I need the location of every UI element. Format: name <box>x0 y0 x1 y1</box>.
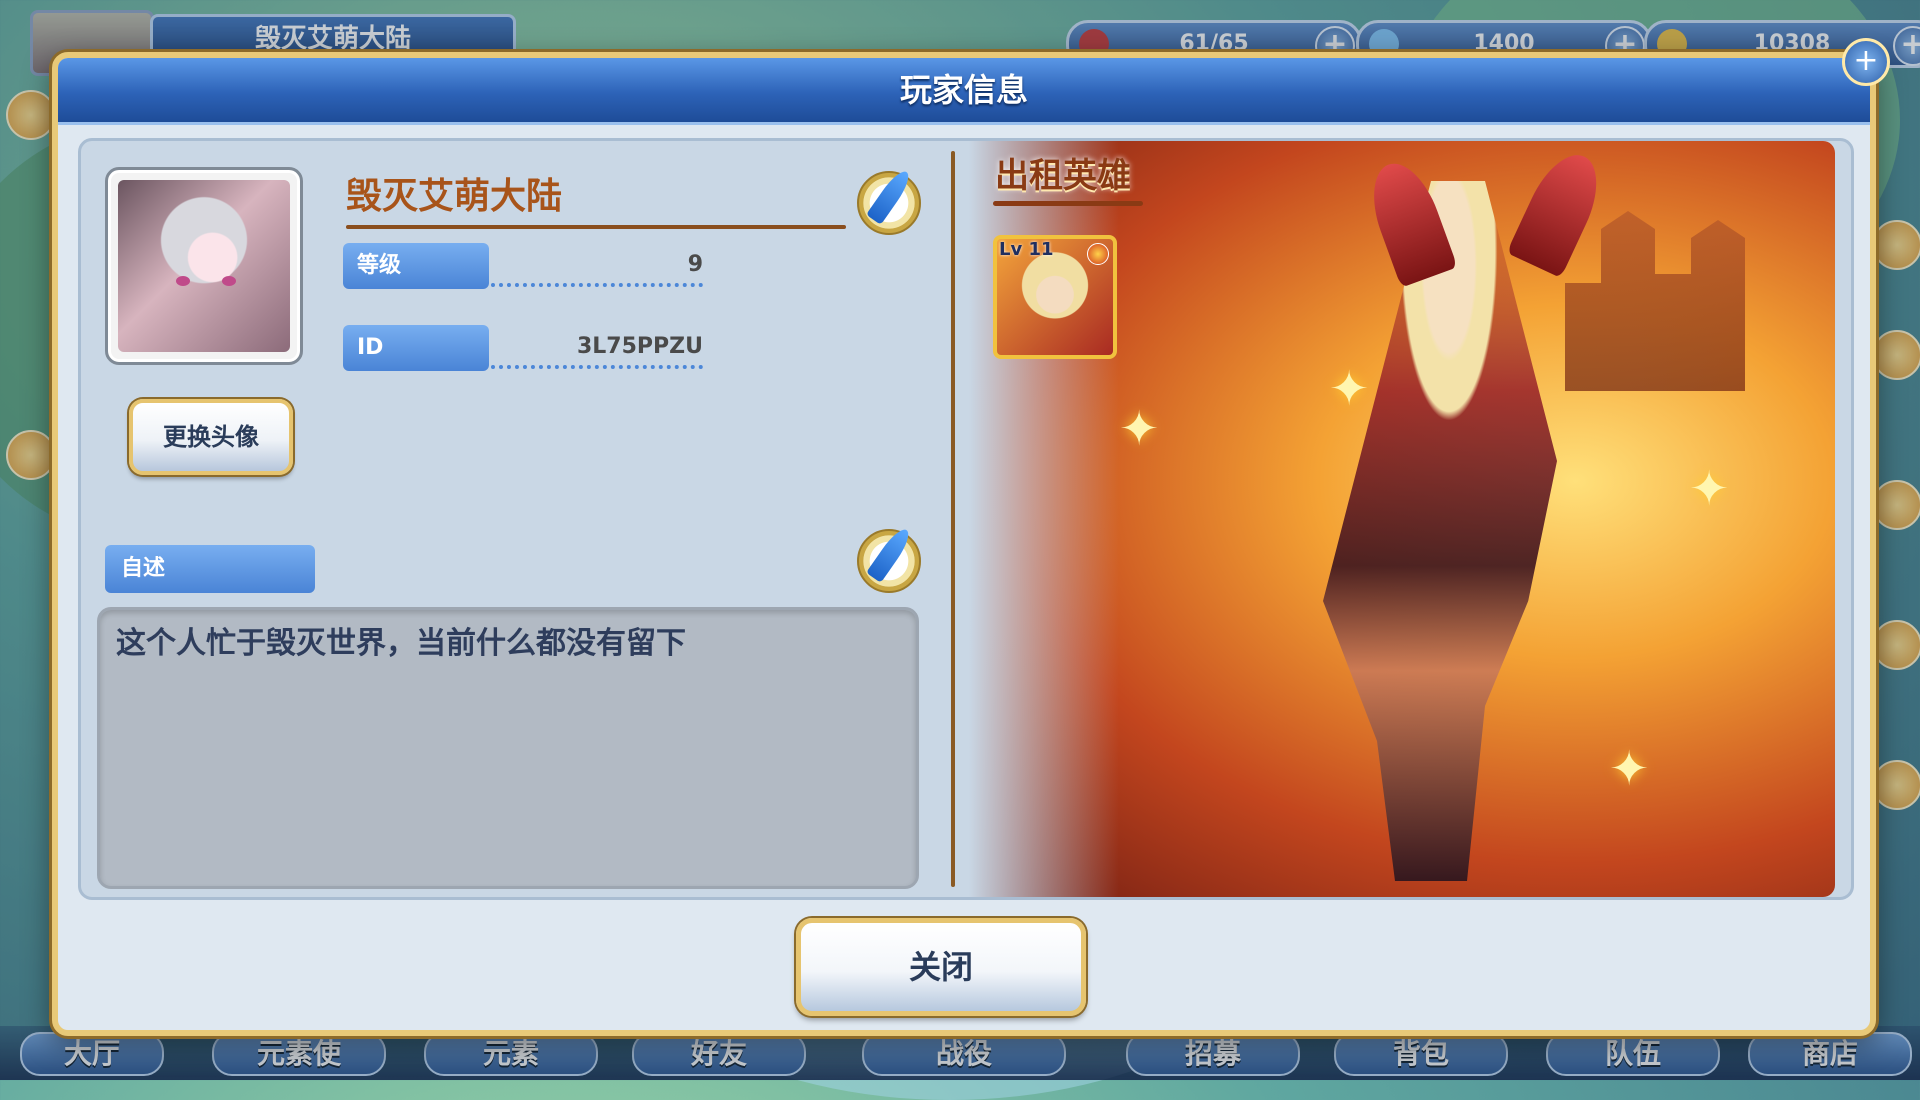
avatar-eye <box>222 276 236 286</box>
level-value: 9 <box>491 243 703 287</box>
rental-underline <box>993 201 1143 206</box>
close-icon[interactable]: + <box>1842 38 1890 86</box>
quill-icon <box>865 525 915 583</box>
avatar <box>105 167 303 365</box>
edit-name-icon[interactable] <box>857 167 921 235</box>
id-label: ID <box>343 325 489 371</box>
horn-illustration <box>1506 143 1612 279</box>
column-divider <box>951 151 955 887</box>
bio-label: 自述 <box>105 545 315 593</box>
quill-icon <box>865 167 915 225</box>
bio-text: 这个人忙于毁灭世界，当前什么都没有留下 <box>116 626 686 661</box>
sparkle-icon: ✦ <box>1609 741 1650 797</box>
level-label: 等级 <box>343 243 489 289</box>
fire-element-icon <box>1087 243 1109 265</box>
player-info-modal: 玩家信息 + 更换头像 毁灭艾萌大陆 等级 9 ID 3L75PPZU 自述 这… <box>52 38 1890 1036</box>
avatar-eye <box>176 276 190 286</box>
castle-illustration <box>1565 211 1745 391</box>
name-underline <box>346 225 846 229</box>
sparkle-icon: ✦ <box>1689 461 1730 517</box>
edit-bio-icon[interactable] <box>857 525 921 593</box>
bio-box: 这个人忙于毁灭世界，当前什么都没有留下 <box>97 607 919 889</box>
avatar-image <box>118 180 290 352</box>
change-avatar-button[interactable]: 更换头像 <box>129 399 293 475</box>
player-name: 毁灭艾萌大陆 <box>346 176 563 217</box>
sparkle-icon: ✦ <box>1119 401 1160 457</box>
modal-title: 玩家信息 <box>899 71 1028 109</box>
content-panel: 更换头像 毁灭艾萌大陆 等级 9 ID 3L75PPZU 自述 这个人忙于毁灭世… <box>78 138 1854 900</box>
id-value: 3L75PPZU <box>491 325 703 369</box>
close-button[interactable]: 关闭 <box>796 918 1086 1016</box>
rental-hero-card[interactable]: ✦ ✦ ✦ ✦ 出租英雄 Lv 11 <box>969 141 1835 897</box>
hero-level: Lv 11 <box>999 239 1054 260</box>
sparkle-icon: ✦ <box>1329 361 1370 417</box>
rental-hero-label: 出租英雄 <box>995 156 1131 196</box>
rental-hero-thumbnail[interactable]: Lv 11 <box>993 235 1117 359</box>
modal-header: 玩家信息 <box>58 58 1870 125</box>
